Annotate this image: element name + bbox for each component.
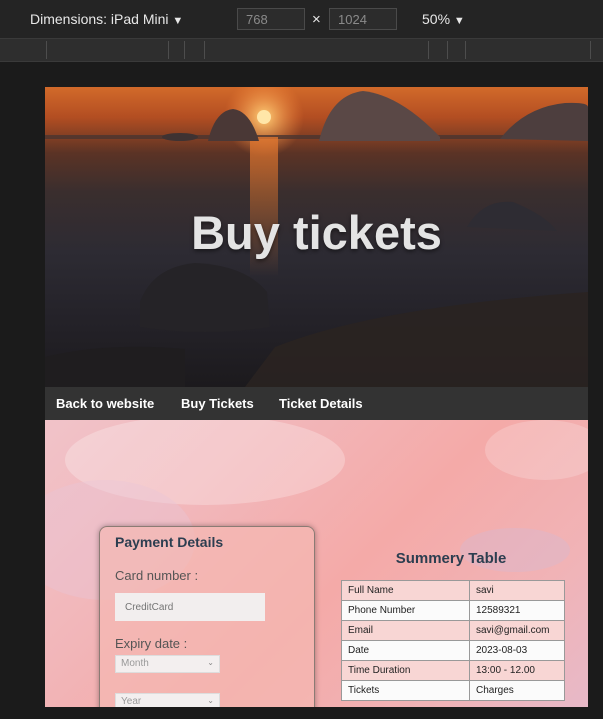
expiry-date-label: Expiry date :	[115, 636, 188, 651]
nav-bar: Back to website Buy Tickets Ticket Detai…	[45, 387, 588, 420]
hero-banner: Buy tickets	[45, 87, 588, 387]
row-value: 2023-08-03	[469, 640, 565, 661]
dimensions-label: Dimensions: iPad Mini	[30, 11, 169, 27]
row-value: savi@gmail.com	[469, 620, 565, 641]
device-viewport: Buy tickets Back to website Buy Tickets …	[45, 87, 588, 707]
row-key: Full Name	[341, 580, 470, 601]
card-number-label: Card number :	[115, 568, 199, 583]
content-section: Payment Details Card number : Expiry dat…	[45, 420, 588, 707]
row-key: Tickets	[341, 680, 470, 701]
card-number-input[interactable]	[115, 593, 265, 621]
summary-table-title: Summery Table	[395, 550, 507, 567]
row-key: Date	[341, 640, 470, 661]
zoom-caret-icon: ▼	[453, 15, 465, 27]
ruler-tick	[184, 41, 185, 59]
expiry-year-value: Year	[121, 696, 142, 707]
summary-table: Full Name savi Phone Number 12589321 Ema…	[341, 580, 565, 701]
row-value: 13:00 - 12.00	[469, 660, 565, 681]
row-key: Email	[341, 620, 470, 641]
table-row: Date 2023-08-03	[341, 640, 565, 661]
expiry-month-select[interactable]: Month ⌄	[115, 655, 220, 673]
row-key: Phone Number	[341, 600, 470, 621]
ruler-tick	[465, 41, 466, 59]
hero-title: Buy tickets	[191, 206, 442, 259]
row-value: Charges	[469, 680, 565, 701]
payment-details-title: Payment Details	[115, 534, 224, 550]
ruler-tick	[168, 41, 169, 59]
payment-details-card: Payment Details Card number : Expiry dat…	[99, 526, 315, 707]
chevron-down-icon: ⌄	[207, 658, 214, 667]
expiry-month-value: Month	[121, 658, 149, 669]
nav-link-ticket-details[interactable]: Ticket Details	[279, 396, 363, 411]
row-value: 12589321	[469, 600, 565, 621]
times-icon: ×	[312, 11, 321, 28]
ruler-tick	[204, 41, 205, 59]
device-toolbar: Dimensions: iPad Mini ▼ 768 × 1024 50% ▼	[0, 0, 603, 38]
dimensions-caret-icon: ▼	[172, 15, 184, 27]
nav-link-buy-tickets[interactable]: Buy Tickets	[181, 396, 254, 411]
width-input[interactable]: 768	[237, 8, 305, 30]
table-row: Time Duration 13:00 - 12.00	[341, 660, 565, 681]
table-row: Tickets Charges	[341, 680, 565, 701]
table-row: Full Name savi	[341, 580, 565, 601]
height-input[interactable]: 1024	[329, 8, 397, 30]
chevron-down-icon: ⌄	[207, 696, 214, 705]
ruler-tick	[590, 41, 591, 59]
expiry-year-select[interactable]: Year ⌄	[115, 693, 220, 707]
table-row: Phone Number 12589321	[341, 600, 565, 621]
ruler-tick	[447, 41, 448, 59]
nav-link-back-to-website[interactable]: Back to website	[56, 396, 154, 411]
ruler-tick	[46, 41, 47, 59]
zoom-dropdown[interactable]: 50% ▼	[422, 11, 465, 27]
ruler-tick	[428, 41, 429, 59]
zoom-value: 50%	[422, 11, 451, 27]
table-row: Email savi@gmail.com	[341, 620, 565, 641]
row-key: Time Duration	[341, 660, 470, 681]
row-value: savi	[469, 580, 565, 601]
media-query-ruler[interactable]	[0, 38, 603, 62]
dimensions-dropdown[interactable]: Dimensions: iPad Mini ▼	[30, 11, 183, 27]
